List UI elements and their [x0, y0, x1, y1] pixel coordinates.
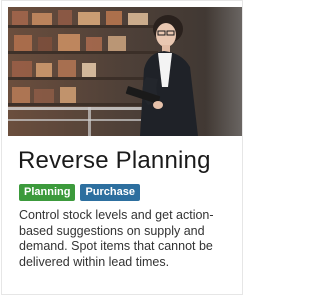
tag-list: Planning Purchase	[19, 184, 140, 201]
card-description: Control stock levels and get action-base…	[19, 208, 214, 269]
tag-planning: Planning	[19, 184, 76, 201]
app-card[interactable]: Reverse Planning Planning Purchase Contr…	[1, 0, 243, 295]
card-image	[8, 7, 242, 136]
tag-purchase: Purchase	[80, 184, 140, 201]
card-title: Reverse Planning	[18, 147, 211, 174]
